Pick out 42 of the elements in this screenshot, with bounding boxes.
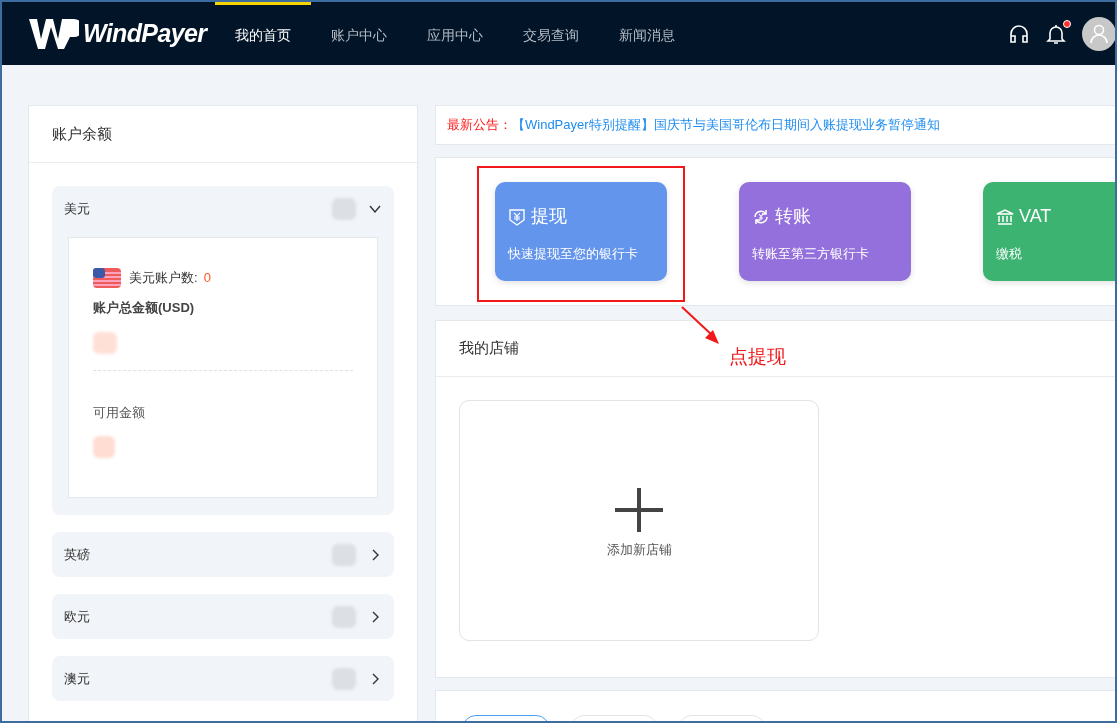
nav-tab[interactable]: 应用中心	[407, 2, 503, 65]
currency-card[interactable]: 澳元	[52, 656, 394, 701]
available-amount-label: 可用金额	[93, 403, 146, 422]
action-card[interactable]: 转账 转账至第三方银行卡	[739, 182, 911, 281]
nav-tab[interactable]: 我的首页	[215, 2, 311, 65]
action-subtitle: 缴税	[996, 245, 1023, 263]
add-shop-label: 添加新店铺	[606, 540, 672, 559]
action-subtitle: 转账至第三方银行卡	[752, 245, 870, 263]
account-count: 0	[203, 269, 211, 288]
annotation-text: 点提现	[729, 345, 786, 369]
notice-label: 最新公告：	[447, 116, 512, 135]
panel-title: 我的店铺	[459, 338, 519, 359]
add-shop-card[interactable]: 添加新店铺	[459, 400, 819, 641]
redacted-value	[93, 436, 115, 458]
bank-icon	[996, 207, 1014, 226]
currency-name: 美元	[64, 199, 90, 218]
currency-card[interactable]: 美元 美元账户数: 0 账户总金额(USD) 可用金额	[52, 186, 394, 515]
nav-tab[interactable]: 账户中心	[311, 2, 407, 65]
plus-icon	[613, 487, 665, 532]
action-title: 提现	[531, 205, 567, 228]
panel-title: 账户余额	[52, 123, 112, 144]
nav-tab[interactable]: 新闻消息	[599, 2, 695, 65]
notice-link[interactable]: 【WindPayer特别提醒】国庆节与美国哥伦布日期间入账提现业务暂停通知	[512, 115, 940, 135]
currency-name: 澳元	[64, 669, 90, 688]
logo-text: WindPayer	[83, 17, 207, 49]
currency-name: 欧元	[64, 607, 90, 626]
total-amount-label: 账户总金额(USD)	[93, 299, 196, 317]
headset-icon	[1008, 22, 1030, 45]
currency-card[interactable]: 欧元	[52, 594, 394, 639]
currency-name: 英磅	[64, 545, 90, 564]
exchange-yen-icon	[752, 207, 770, 226]
avatar[interactable]	[1082, 16, 1115, 51]
action-title: VAT	[1019, 205, 1052, 228]
action-title: 转账	[775, 205, 811, 228]
action-subtitle: 快速提现至您的银行卡	[508, 245, 639, 263]
shield-yen-icon	[508, 207, 526, 226]
us-flag-icon	[93, 268, 121, 288]
redacted-value	[93, 331, 117, 354]
bell-icon	[1046, 22, 1066, 45]
nav-tab[interactable]: 交易查询	[503, 2, 599, 65]
currency-card[interactable]: 英磅	[52, 532, 394, 577]
account-count-label: 美元账户数:	[129, 269, 198, 288]
